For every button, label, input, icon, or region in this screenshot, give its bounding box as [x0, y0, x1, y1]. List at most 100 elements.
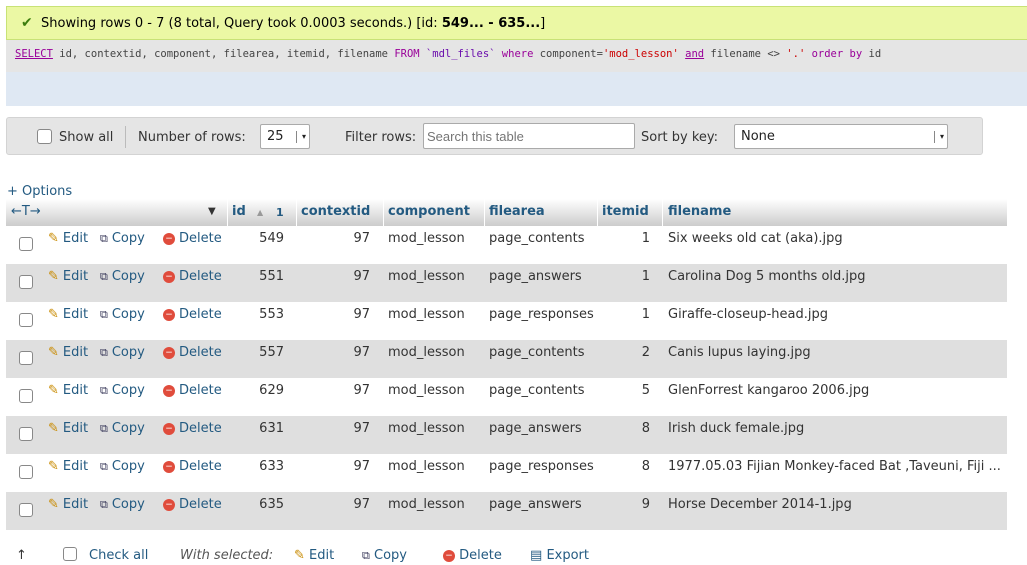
table-row[interactable]: ✎ Edit ⧉ Copy − Delete 631 97 mod_lesson page_ans…	[6, 416, 1007, 454]
cell-filearea[interactable]: page_contents	[489, 383, 585, 398]
column-header-component[interactable]: component	[388, 204, 470, 219]
table-row[interactable]: ✎ Edit ⧉ Copy − Delete 553 97 mod_lesson page_res…	[6, 302, 1007, 340]
column-header-contextid[interactable]: contextid	[301, 204, 370, 219]
row-edit-button[interactable]: ✎ Edit	[48, 269, 88, 284]
cell-contextid[interactable]: 97	[306, 497, 370, 512]
cell-itemid[interactable]: 1	[606, 269, 650, 284]
row-edit-button[interactable]: ✎ Edit	[48, 459, 88, 474]
cell-filename[interactable]: Canis lupus laying.jpg	[668, 345, 1004, 360]
table-row[interactable]: ✎ Edit ⧉ Copy − Delete 557 97 mod_lesson page_con…	[6, 340, 1007, 378]
bulk-export-button[interactable]: ▤ Export	[530, 548, 589, 563]
cell-component[interactable]: mod_lesson	[388, 307, 465, 322]
cell-itemid[interactable]: 8	[606, 459, 650, 474]
cell-contextid[interactable]: 97	[306, 307, 370, 322]
cell-component[interactable]: mod_lesson	[388, 269, 465, 284]
cell-filearea[interactable]: page_responses	[489, 307, 594, 322]
row-checkbox[interactable]	[19, 427, 33, 441]
column-header-itemid[interactable]: itemid	[602, 204, 649, 219]
table-row[interactable]: ✎ Edit ⧉ Copy − Delete 629 97 mod_lesson page_con…	[6, 378, 1007, 416]
row-checkbox[interactable]	[19, 351, 33, 365]
cell-contextid[interactable]: 97	[306, 345, 370, 360]
cell-filename[interactable]: GlenForrest kangaroo 2006.jpg	[668, 383, 1004, 398]
cell-itemid[interactable]: 1	[606, 307, 650, 322]
cell-filename[interactable]: Six weeks old cat (aka).jpg	[668, 231, 1004, 246]
cell-id[interactable]: 553	[244, 307, 284, 322]
options-link[interactable]: + Options	[7, 184, 72, 199]
sort-by-key-select[interactable]: None ▾	[734, 124, 948, 149]
cell-itemid[interactable]: 1	[606, 231, 650, 246]
cell-filename[interactable]: Giraffe-closeup-head.jpg	[668, 307, 1004, 322]
show-all-label[interactable]: Show all	[59, 130, 113, 145]
sort-dropdown-icon[interactable]: ▼	[208, 206, 216, 217]
cell-contextid[interactable]: 97	[306, 269, 370, 284]
cell-id[interactable]: 557	[244, 345, 284, 360]
cell-contextid[interactable]: 97	[306, 383, 370, 398]
cell-filename[interactable]: 1977.05.03 Fijian Monkey-faced Bat ,Tave…	[668, 459, 1004, 474]
cell-filearea[interactable]: page_answers	[489, 421, 582, 436]
row-copy-button[interactable]: ⧉ Copy	[100, 307, 145, 322]
row-delete-button[interactable]: − Delete	[163, 421, 222, 436]
cell-filename[interactable]: Horse December 2014-1.jpg	[668, 497, 1004, 512]
row-checkbox[interactable]	[19, 313, 33, 327]
row-checkbox[interactable]	[19, 503, 33, 517]
row-edit-button[interactable]: ✎ Edit	[48, 383, 88, 398]
row-edit-button[interactable]: ✎ Edit	[48, 307, 88, 322]
cell-component[interactable]: mod_lesson	[388, 345, 465, 360]
row-copy-button[interactable]: ⧉ Copy	[100, 383, 145, 398]
row-edit-button[interactable]: ✎ Edit	[48, 345, 88, 360]
row-copy-button[interactable]: ⧉ Copy	[100, 497, 145, 512]
bulk-edit-button[interactable]: ✎ Edit	[294, 548, 334, 563]
row-delete-button[interactable]: − Delete	[163, 497, 222, 512]
cell-id[interactable]: 631	[244, 421, 284, 436]
row-checkbox[interactable]	[19, 275, 33, 289]
cell-itemid[interactable]: 5	[606, 383, 650, 398]
cell-filearea[interactable]: page_contents	[489, 231, 585, 246]
cell-contextid[interactable]: 97	[306, 421, 370, 436]
cell-id[interactable]: 549	[244, 231, 284, 246]
table-row[interactable]: ✎ Edit ⧉ Copy − Delete 551 97 mod_lesson page_ans…	[6, 264, 1007, 302]
cell-filearea[interactable]: page_responses	[489, 459, 594, 474]
bulk-copy-button[interactable]: ⧉ Copy	[362, 548, 407, 563]
cell-itemid[interactable]: 2	[606, 345, 650, 360]
row-delete-button[interactable]: − Delete	[163, 231, 222, 246]
cell-filearea[interactable]: page_answers	[489, 269, 582, 284]
cell-component[interactable]: mod_lesson	[388, 383, 465, 398]
num-rows-select[interactable]: 25 ▾	[260, 124, 310, 149]
cell-filename[interactable]: Carolina Dog 5 months old.jpg	[668, 269, 1004, 284]
table-row[interactable]: ✎ Edit ⧉ Copy − Delete 635 97 mod_lesson page_ans…	[6, 492, 1007, 530]
column-arrows[interactable]: ←T→	[11, 204, 41, 219]
cell-id[interactable]: 551	[244, 269, 284, 284]
cell-component[interactable]: mod_lesson	[388, 421, 465, 436]
cell-id[interactable]: 635	[244, 497, 284, 512]
row-delete-button[interactable]: − Delete	[163, 345, 222, 360]
row-delete-button[interactable]: − Delete	[163, 459, 222, 474]
row-copy-button[interactable]: ⧉ Copy	[100, 231, 145, 246]
row-edit-button[interactable]: ✎ Edit	[48, 421, 88, 436]
cell-component[interactable]: mod_lesson	[388, 231, 465, 246]
check-all-label[interactable]: Check all	[89, 548, 148, 563]
column-header-id[interactable]: id	[232, 204, 246, 219]
cell-filename[interactable]: Irish duck female.jpg	[668, 421, 1004, 436]
cell-filearea[interactable]: page_answers	[489, 497, 582, 512]
row-edit-button[interactable]: ✎ Edit	[48, 497, 88, 512]
cell-itemid[interactable]: 8	[606, 421, 650, 436]
row-delete-button[interactable]: − Delete	[163, 383, 222, 398]
table-row[interactable]: ✎ Edit ⧉ Copy − Delete 633 97 mod_lesson page_res…	[6, 454, 1007, 492]
row-delete-button[interactable]: − Delete	[163, 269, 222, 284]
row-copy-button[interactable]: ⧉ Copy	[100, 459, 145, 474]
column-header-filearea[interactable]: filearea	[489, 204, 545, 219]
cell-component[interactable]: mod_lesson	[388, 497, 465, 512]
bulk-delete-button[interactable]: − Delete	[443, 548, 502, 563]
cell-itemid[interactable]: 9	[606, 497, 650, 512]
sql-and[interactable]: and	[685, 48, 704, 60]
cell-filearea[interactable]: page_contents	[489, 345, 585, 360]
show-all-checkbox[interactable]	[37, 129, 52, 144]
row-checkbox[interactable]	[19, 389, 33, 403]
cell-id[interactable]: 633	[244, 459, 284, 474]
row-checkbox[interactable]	[19, 237, 33, 251]
row-checkbox[interactable]	[19, 465, 33, 479]
cell-id[interactable]: 629	[244, 383, 284, 398]
check-all-checkbox[interactable]	[63, 547, 77, 561]
row-delete-button[interactable]: − Delete	[163, 307, 222, 322]
row-edit-button[interactable]: ✎ Edit	[48, 231, 88, 246]
